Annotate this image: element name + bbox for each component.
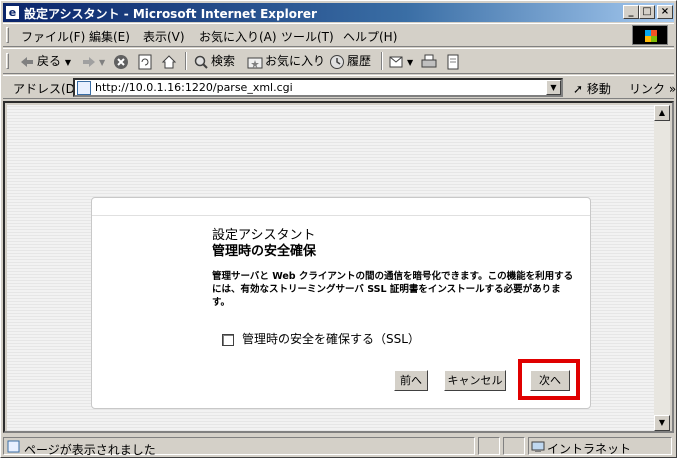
vertical-scrollbar[interactable]: ▲ ▼: [654, 105, 670, 431]
zone-pane: イントラネット: [528, 437, 672, 456]
address-field[interactable]: http://10.0.1.16:1220/parse_xml.cgi ▼: [73, 78, 563, 97]
status-pane-empty: [503, 437, 525, 455]
window-title: 設定アシスタント - Microsoft Internet Explorer: [24, 7, 317, 21]
refresh-icon: [137, 54, 153, 70]
history-button[interactable]: 履歴: [329, 52, 371, 72]
ssl-checkbox[interactable]: [222, 333, 234, 346]
status-page-icon: [7, 440, 20, 456]
ssl-option[interactable]: 管理時の安全を確保する（SSL）: [222, 330, 420, 347]
go-arrow-icon: ➚: [573, 82, 584, 96]
scroll-up-icon[interactable]: ▲: [654, 105, 670, 121]
maximize-button[interactable]: □: [639, 5, 655, 19]
menu-view[interactable]: 表示(V): [143, 28, 185, 45]
prev-button[interactable]: 前へ: [394, 370, 428, 391]
print-icon: [421, 54, 437, 70]
toolbar-separator: [381, 52, 383, 70]
next-button-highlight: [518, 359, 580, 400]
status-pane: ページが表示されました: [3, 437, 475, 457]
toolbar-grip[interactable]: [6, 53, 9, 69]
go-label: 移動: [586, 82, 611, 96]
menu-help[interactable]: ヘルプ(H): [343, 28, 397, 45]
windows-logo-icon: [632, 25, 668, 45]
ie-page-icon: e: [5, 5, 20, 20]
status-pane-empty: [478, 437, 500, 455]
go-button[interactable]: ➚ 移動: [573, 80, 611, 97]
history-label: 履歴: [347, 54, 372, 68]
edit-button[interactable]: [445, 52, 463, 72]
search-label: 検索: [211, 54, 236, 68]
links-label: リンク: [629, 82, 666, 96]
toolbar: 戻る ▼ ▼ 検索 お気に入り 履歴 ▼: [3, 48, 674, 74]
back-arrow-icon: [19, 54, 35, 70]
home-icon: [161, 54, 177, 70]
page-icon: [77, 81, 91, 95]
chevron-right-icon: »: [668, 82, 677, 96]
title-bar[interactable]: e 設定アシスタント - Microsoft Internet Explorer…: [3, 3, 674, 22]
edit-page-icon: [445, 54, 461, 70]
menu-tools[interactable]: ツール(T): [281, 28, 334, 45]
forward-arrow-icon: [81, 54, 97, 70]
web-page: 設定アシスタント 管理時の安全確保 管理サーバと Web クライアントの間の通信…: [7, 105, 658, 431]
toolbar-separator: [185, 52, 187, 70]
status-text: ページが表示されました: [24, 443, 156, 457]
home-button[interactable]: [161, 52, 179, 72]
mail-button[interactable]: ▼: [389, 52, 413, 72]
minimize-button[interactable]: _: [623, 5, 639, 19]
address-label: アドレス(D): [13, 82, 80, 96]
address-url[interactable]: http://10.0.1.16:1220/parse_xml.cgi: [95, 81, 293, 94]
menu-grip[interactable]: [6, 27, 9, 43]
print-button[interactable]: [421, 52, 439, 72]
stop-icon: [113, 54, 129, 70]
favorites-label: お気に入り: [265, 54, 326, 68]
favorites-button[interactable]: お気に入り: [247, 52, 325, 72]
zone-text: イントラネット: [547, 442, 632, 456]
forward-dropdown-icon: ▼: [99, 58, 106, 67]
menu-file[interactable]: ファイル(F): [21, 28, 85, 45]
back-button[interactable]: 戻る ▼: [19, 52, 71, 72]
intranet-icon: [531, 440, 545, 456]
refresh-button[interactable]: [137, 52, 155, 72]
back-label: 戻る: [37, 54, 62, 68]
scroll-down-icon[interactable]: ▼: [654, 415, 670, 431]
mail-dropdown-icon: ▼: [407, 58, 414, 67]
browser-window: e 設定アシスタント - Microsoft Internet Explorer…: [0, 0, 677, 458]
cancel-button[interactable]: キャンセル: [444, 370, 506, 391]
stop-button[interactable]: [113, 52, 131, 72]
assistant-card: 設定アシスタント 管理時の安全確保 管理サーバと Web クライアントの間の通信…: [91, 197, 591, 409]
favorites-folder-icon: [247, 54, 263, 70]
card-header-strip: [92, 198, 590, 216]
menu-favorites[interactable]: お気に入り(A): [199, 28, 277, 45]
browser-content: 設定アシスタント 管理時の安全確保 管理サーバと Web クライアントの間の通信…: [3, 101, 674, 433]
close-button[interactable]: ×: [657, 5, 673, 19]
menu-bar: ファイル(F) 編集(E) 表示(V) お気に入り(A) ツール(T) ヘルプ(…: [3, 23, 674, 47]
menu-edit[interactable]: 編集(E): [89, 28, 130, 45]
mail-icon: [389, 54, 405, 70]
address-bar: アドレス(D) http://10.0.1.16:1220/parse_xml.…: [3, 75, 676, 99]
search-icon: [193, 54, 209, 70]
section-title: 管理時の安全確保: [212, 244, 317, 259]
forward-button[interactable]: ▼: [81, 52, 105, 72]
address-dropdown-icon[interactable]: ▼: [546, 80, 561, 95]
ssl-checkbox-label: 管理時の安全を確保する（SSL）: [242, 332, 420, 346]
history-icon: [329, 54, 345, 70]
back-dropdown-icon: ▼: [64, 58, 71, 67]
description-text: 管理サーバと Web クライアントの間の通信を暗号化できます。この機能を利用する…: [212, 271, 574, 308]
links-button[interactable]: リンク »: [629, 80, 676, 97]
status-bar: ページが表示されました イントラネット: [3, 436, 674, 457]
search-button[interactable]: 検索: [193, 52, 235, 72]
